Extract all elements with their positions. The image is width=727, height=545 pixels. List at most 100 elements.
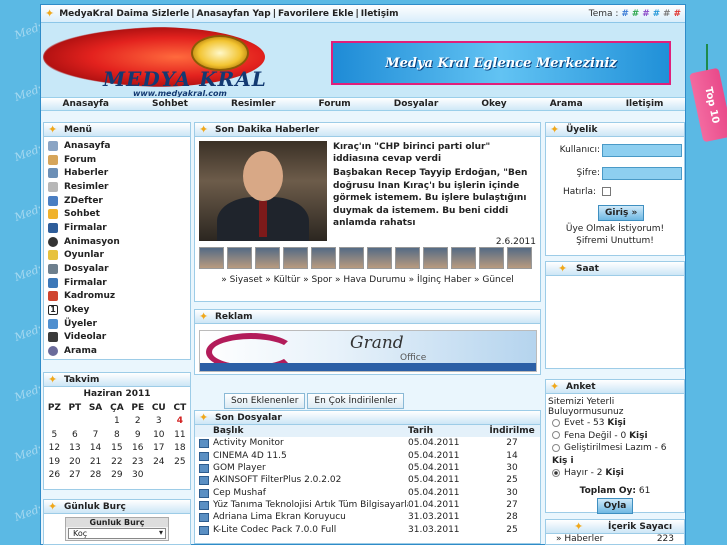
login-button[interactable]: Giriş » xyxy=(598,205,645,221)
theme-swatch[interactable]: # xyxy=(653,9,661,19)
radio-button-selected[interactable] xyxy=(552,468,560,477)
menu-item-zdefter[interactable]: ZDefter xyxy=(44,194,190,208)
table-row[interactable]: Activity Monitor 05.04.2011 27 xyxy=(195,437,540,449)
calendar-day[interactable]: 9 xyxy=(128,428,148,442)
news-thumb[interactable] xyxy=(283,247,308,269)
menu-item-firmalar-2[interactable]: Firmalar xyxy=(44,276,190,290)
table-row[interactable]: GOM Player 05.04.2011 30 xyxy=(195,462,540,474)
file-name[interactable]: Activity Monitor xyxy=(213,438,284,448)
calendar-day[interactable]: 15 xyxy=(106,442,127,456)
menu-item-anasayfa[interactable]: Anasayfa xyxy=(44,139,190,153)
menu-item-haberler[interactable]: Haberler xyxy=(44,166,190,180)
nav-okey[interactable]: Okey xyxy=(481,99,506,109)
calendar-day[interactable]: 14 xyxy=(85,442,106,456)
calendar-day[interactable]: 10 xyxy=(148,428,170,442)
calendar-day[interactable]: 16 xyxy=(128,442,148,456)
radio-button[interactable] xyxy=(552,418,560,427)
calendar-day[interactable]: 11 xyxy=(170,428,190,442)
nav-anasayfa[interactable]: Anasayfa xyxy=(63,99,109,109)
file-name[interactable]: GOM Player xyxy=(213,463,266,473)
menu-item-sohbet[interactable]: Sohbet xyxy=(44,207,190,221)
menu-item-oyunlar[interactable]: Oyunlar xyxy=(44,249,190,263)
forgot-password-link[interactable]: Şifremi Unuttum! xyxy=(546,236,684,246)
table-row[interactable]: Yüz Tanıma Teknolojisi Artık Tüm Bilgisa… xyxy=(195,499,540,511)
poll-option[interactable]: Fena Değil - 0 Kişi xyxy=(552,430,684,443)
topbar-link-contact[interactable]: Iletişim xyxy=(361,5,399,23)
calendar-day[interactable]: 13 xyxy=(65,442,85,456)
tab-recent[interactable]: Son Eklenenler xyxy=(224,393,306,409)
news-thumb[interactable] xyxy=(367,247,392,269)
file-name[interactable]: Yüz Tanıma Teknolojisi Artık Tüm Bilgisa… xyxy=(213,500,408,510)
calendar-day[interactable]: 12 xyxy=(44,442,65,456)
news-categories[interactable]: » Siyaset » Kültür » Spor » Hava Durumu … xyxy=(195,275,540,285)
top10-tag[interactable]: Top 10 xyxy=(689,67,727,143)
calendar-day[interactable]: 28 xyxy=(85,469,106,483)
radio-button[interactable] xyxy=(552,443,560,452)
file-name[interactable]: K-Lite Codec Pack 7.0.0 Full xyxy=(213,525,336,535)
calendar-day[interactable]: 30 xyxy=(128,469,148,483)
calendar-day[interactable]: 1 xyxy=(106,415,127,429)
calendar-day[interactable]: 27 xyxy=(65,469,85,483)
calendar-day[interactable]: 19 xyxy=(44,455,65,469)
register-link[interactable]: Üye Olmak İstiyorum! xyxy=(546,224,684,234)
news-thumb[interactable] xyxy=(479,247,504,269)
nav-iletisim[interactable]: Iletişim xyxy=(626,99,664,109)
calendar-day[interactable]: 18 xyxy=(170,442,190,456)
table-row[interactable]: CINEMA 4D 11.5 05.04.2011 14 xyxy=(195,450,540,462)
news-thumb[interactable] xyxy=(339,247,364,269)
calendar-day[interactable] xyxy=(85,415,106,429)
theme-swatch[interactable]: # xyxy=(621,9,629,19)
menu-item-animasyon[interactable]: Animasyon xyxy=(44,235,190,249)
menu-item-resimler[interactable]: Resimler xyxy=(44,180,190,194)
poll-option[interactable]: Hayır - 2 Kişi xyxy=(552,467,684,480)
horoscope-select[interactable]: Koç ▾ xyxy=(68,528,166,539)
nav-sohbet[interactable]: Sohbet xyxy=(152,99,188,109)
nav-forum[interactable]: Forum xyxy=(318,99,350,109)
news-thumb[interactable] xyxy=(311,247,336,269)
table-row[interactable]: AKINSOFT FilterPlus 2.0.2.02 05.04.2011 25 xyxy=(195,474,540,486)
menu-item-firmalar[interactable]: Firmalar xyxy=(44,221,190,235)
username-input[interactable] xyxy=(602,144,682,157)
poll-option[interactable]: Geliştirilmesi Lazım - 6 Kiş i xyxy=(552,442,684,467)
remember-checkbox[interactable] xyxy=(602,187,611,196)
nav-resimler[interactable]: Resimler xyxy=(231,99,275,109)
file-name[interactable]: Adriana Lima Ekran Koruyucu xyxy=(213,512,346,522)
news-thumb[interactable] xyxy=(227,247,252,269)
news-thumb[interactable] xyxy=(395,247,420,269)
calendar-day[interactable]: 3 xyxy=(148,415,170,429)
theme-swatch[interactable]: # xyxy=(632,9,640,19)
file-name[interactable]: CINEMA 4D 11.5 xyxy=(213,451,287,461)
calendar-day[interactable]: 23 xyxy=(128,455,148,469)
table-row[interactable]: K-Lite Codec Pack 7.0.0 Full 31.03.2011 25 xyxy=(195,523,540,535)
calendar-day[interactable]: 25 xyxy=(170,455,190,469)
news-thumb[interactable] xyxy=(451,247,476,269)
counter-label[interactable]: » Haberler xyxy=(556,534,603,544)
calendar-day[interactable] xyxy=(65,415,85,429)
calendar-day[interactable]: 2 xyxy=(128,415,148,429)
theme-swatch[interactable]: # xyxy=(663,9,671,19)
poll-option[interactable]: Evet - 53 Kişi xyxy=(552,417,684,430)
calendar-day[interactable] xyxy=(44,415,65,429)
calendar-day[interactable]: 7 xyxy=(85,428,106,442)
topbar-link-home[interactable]: MedyaKral Daima Sizlerle xyxy=(59,5,189,23)
news-thumb[interactable] xyxy=(423,247,448,269)
calendar-day[interactable]: 8 xyxy=(106,428,127,442)
radio-button[interactable] xyxy=(552,431,560,439)
calendar-day[interactable]: 21 xyxy=(85,455,106,469)
calendar-day[interactable]: 26 xyxy=(44,469,65,483)
tab-most-downloaded[interactable]: En Çok İndirilenler xyxy=(307,393,404,409)
nav-arama[interactable]: Arama xyxy=(550,99,583,109)
menu-item-kadromuz[interactable]: Kadromuz xyxy=(44,290,190,304)
nav-dosyalar[interactable]: Dosyalar xyxy=(394,99,439,109)
menu-item-okey[interactable]: 1 Okey xyxy=(44,303,190,317)
calendar-day[interactable]: 29 xyxy=(106,469,127,483)
menu-item-uyeler[interactable]: Üyeler xyxy=(44,317,190,331)
table-row[interactable]: Cep Mushaf 05.04.2011 30 xyxy=(195,486,540,498)
table-row[interactable]: Adriana Lima Ekran Koruyucu 31.03.2011 28 xyxy=(195,511,540,523)
news-thumb[interactable] xyxy=(255,247,280,269)
theme-swatch[interactable]: # xyxy=(642,9,650,19)
vote-button[interactable]: Oyla xyxy=(596,497,634,514)
menu-item-dosyalar[interactable]: Dosyalar xyxy=(44,262,190,276)
header-banner[interactable]: Medya Kral Eglence Merkeziniz xyxy=(331,41,671,85)
calendar-day[interactable] xyxy=(170,469,190,483)
